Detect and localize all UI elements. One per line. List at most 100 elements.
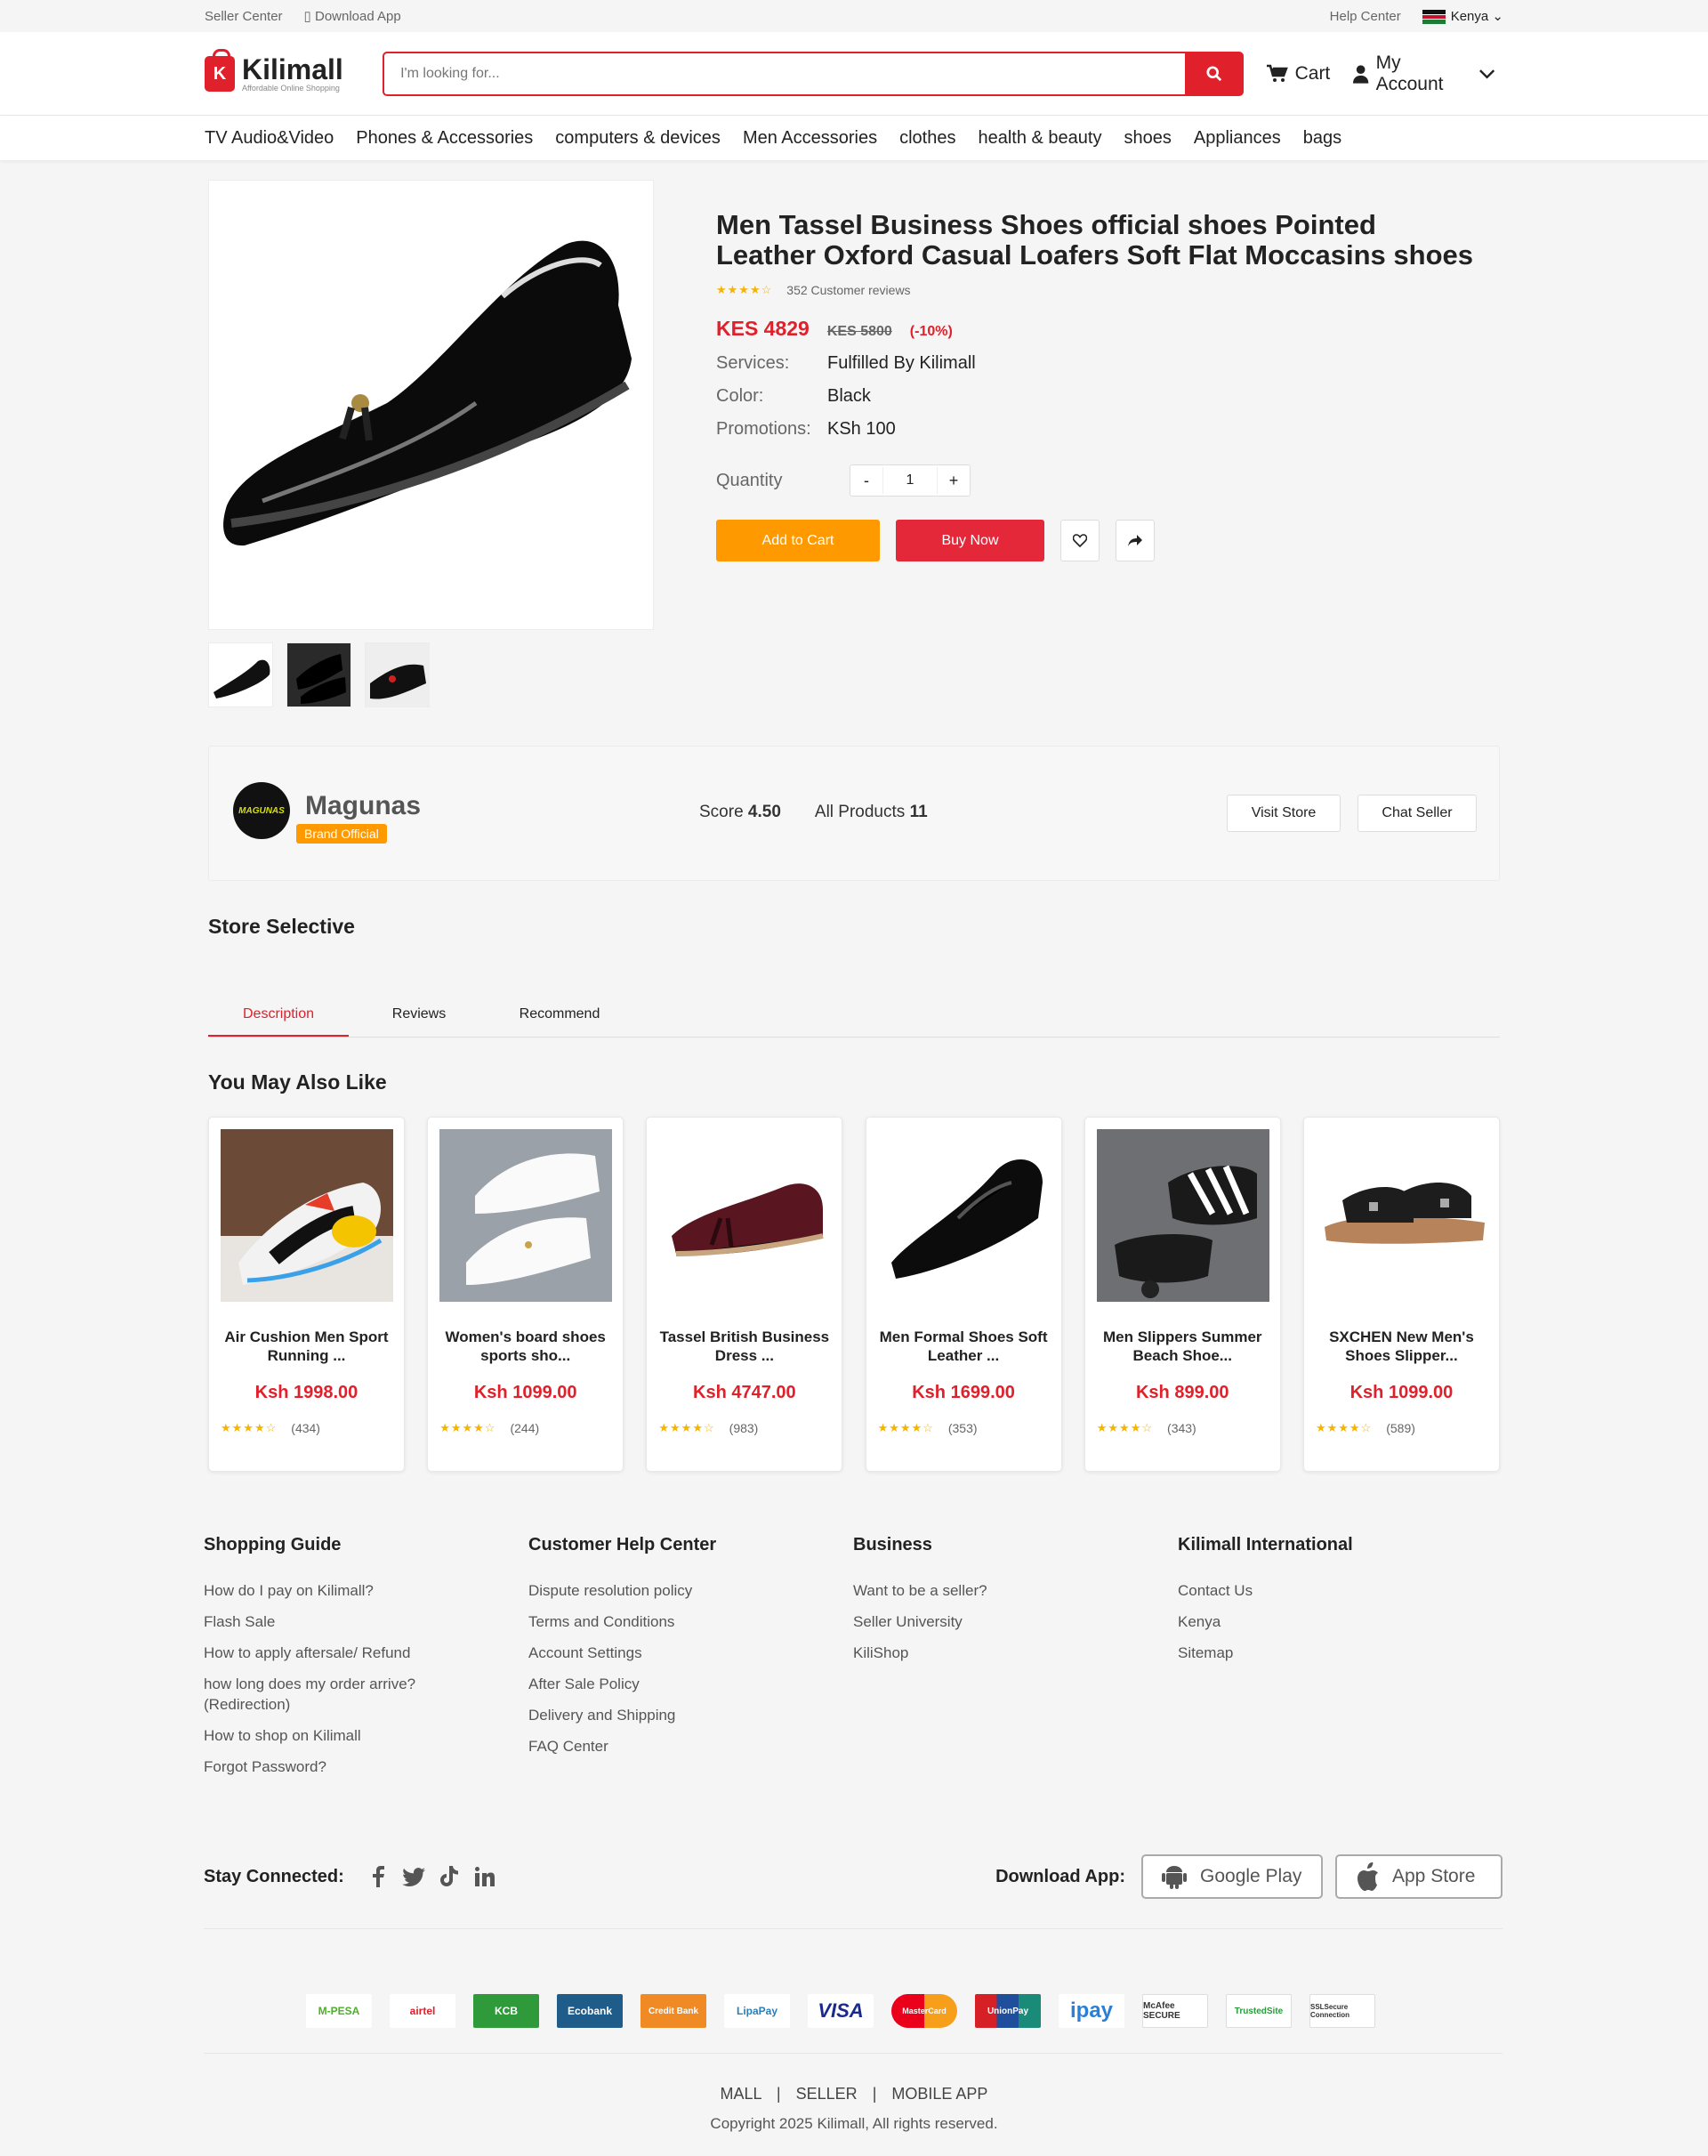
search-button[interactable]	[1184, 52, 1244, 96]
footer-link[interactable]: Want to be a seller?	[853, 1580, 1084, 1601]
category-tv-audio-video[interactable]: TV Audio&Video	[205, 128, 334, 149]
app-store-button[interactable]: App Store	[1335, 1854, 1503, 1899]
product-card[interactable]: Air Cushion Men Sport Running ... Ksh 19…	[208, 1117, 405, 1472]
footer-link[interactable]: Account Settings	[528, 1643, 760, 1663]
tab-recommend[interactable]: Recommend	[489, 991, 630, 1037]
tiktok-icon[interactable]	[431, 1863, 467, 1890]
wishlist-button[interactable]	[1060, 520, 1100, 561]
product-title: Men Tassel Business Shoes official shoes…	[716, 209, 1474, 271]
kilimall-logo[interactable]: K Kilimall Affordable Online Shopping	[205, 49, 356, 93]
product-thumbnail[interactable]	[208, 642, 273, 707]
product-card[interactable]: SXCHEN New Men's Shoes Slipper... Ksh 10…	[1302, 1117, 1500, 1472]
category-bags[interactable]: bags	[1303, 128, 1341, 149]
customer-reviews-link[interactable]: 352 Customer reviews	[786, 283, 910, 297]
user-icon	[1353, 65, 1369, 84]
credit-bank-logo: Credit Bank	[640, 1994, 706, 2028]
top-bar: Seller Center ▯ Download App Help Center…	[0, 0, 1708, 32]
copyright: Copyright 2025 Kilimall, All rights rese…	[710, 2115, 998, 2132]
google-play-button[interactable]: Google Play	[1141, 1854, 1323, 1899]
logo-tagline: Affordable Online Shopping	[242, 84, 340, 93]
category-phones-accessories[interactable]: Phones & Accessories	[356, 128, 533, 149]
my-account-link[interactable]: My Account	[1353, 52, 1503, 95]
footer-col-title: Shopping Guide	[204, 1535, 342, 1554]
footer-link[interactable]: Sitemap	[1178, 1643, 1409, 1663]
footer-link[interactable]: Seller University	[853, 1611, 1084, 1632]
attr-value: KSh 100	[827, 419, 896, 439]
footer-link[interactable]: How do I pay on Kilimall?	[204, 1580, 435, 1601]
product-card-image	[1315, 1129, 1488, 1302]
product-card-price: Ksh 899.00	[1135, 1383, 1229, 1402]
quantity-increase-button[interactable]: +	[938, 472, 970, 490]
category-clothes[interactable]: clothes	[899, 128, 955, 149]
footer-link[interactable]: How to shop on Kilimall	[204, 1725, 435, 1746]
logo-bag-icon: K	[205, 49, 235, 92]
category-appliances[interactable]: Appliances	[1194, 128, 1281, 149]
visit-store-button[interactable]: Visit Store	[1227, 795, 1341, 832]
product-card[interactable]: Men Slippers Summer Beach Shoe... Ksh 89…	[1084, 1117, 1281, 1472]
product-main-image[interactable]	[208, 180, 654, 630]
seller-link[interactable]: SELLER	[796, 2085, 858, 2103]
product-thumbnail[interactable]	[286, 642, 351, 707]
app-store-label: App Store	[1392, 1866, 1476, 1886]
tab-reviews[interactable]: Reviews	[349, 991, 489, 1037]
ssl-secure-logo: SSLSecure Connection	[1309, 1994, 1375, 2028]
google-play-label: Google Play	[1200, 1866, 1302, 1886]
share-button[interactable]	[1116, 520, 1155, 561]
category-health-beauty[interactable]: health & beauty	[978, 128, 1101, 149]
chat-seller-button[interactable]: Chat Seller	[1358, 795, 1477, 832]
attr-color: Color: Black	[716, 386, 1481, 407]
category-men-accessories[interactable]: Men Accessories	[743, 128, 877, 149]
quantity-label: Quantity	[716, 470, 783, 490]
product-tabs: Description Reviews Recommend	[208, 991, 1500, 1038]
footer-link[interactable]: How to apply aftersale/ Refund	[204, 1643, 435, 1663]
product-card[interactable]: Tassel British Business Dress ... Ksh 47…	[646, 1117, 843, 1472]
footer-link[interactable]: Flash Sale	[204, 1611, 435, 1632]
quantity-value[interactable]: 1	[882, 467, 938, 494]
footer-link[interactable]: Dispute resolution policy	[528, 1580, 760, 1601]
mobile-app-link[interactable]: MOBILE APP	[891, 2085, 987, 2103]
category-computers-devices[interactable]: computers & devices	[555, 128, 721, 149]
product-card[interactable]: Men Formal Shoes Soft Leather ... Ksh 16…	[865, 1117, 1062, 1472]
download-app-label: Download App	[314, 9, 401, 24]
facebook-icon[interactable]	[360, 1863, 396, 1890]
rating-stars: ★★★★☆	[1315, 1421, 1373, 1434]
footer-link[interactable]: KiliShop	[853, 1643, 1084, 1663]
store-name[interactable]: Magunas	[305, 791, 421, 821]
download-app-link[interactable]: ▯ Download App	[304, 8, 401, 24]
buy-now-button[interactable]: Buy Now	[896, 520, 1044, 561]
rating-count: (343)	[1167, 1421, 1196, 1435]
footer-col-title: Kilimall International	[1178, 1535, 1353, 1554]
cart-link[interactable]: Cart	[1266, 63, 1330, 85]
search-input[interactable]	[383, 52, 1185, 96]
footer-link[interactable]: Terms and Conditions	[528, 1611, 760, 1632]
footer-link[interactable]: Delivery and Shipping	[528, 1705, 760, 1725]
heart-icon	[1073, 534, 1087, 547]
linkedin-icon[interactable]	[467, 1863, 503, 1890]
country-selector[interactable]: Kenya ⌄	[1422, 8, 1503, 25]
category-shoes[interactable]: shoes	[1124, 128, 1171, 149]
footer-link[interactable]: Forgot Password?	[204, 1756, 435, 1777]
footer-link[interactable]: Kenya	[1178, 1611, 1409, 1632]
seller-center-link[interactable]: Seller Center	[205, 9, 283, 24]
twitter-icon[interactable]	[396, 1863, 431, 1890]
mpesa-logo: M-PESA	[306, 1994, 372, 2028]
help-center-link[interactable]: Help Center	[1330, 9, 1401, 24]
product-card-image	[1096, 1129, 1269, 1302]
original-price: KES 5800	[826, 324, 892, 339]
mall-link[interactable]: MALL	[721, 2085, 761, 2103]
quantity-decrease-button[interactable]: -	[850, 472, 882, 490]
product-thumbnail[interactable]	[365, 642, 430, 707]
product-card-title: Men Formal Shoes Soft Leather ...	[879, 1328, 1048, 1364]
add-to-cart-button[interactable]: Add to Cart	[716, 520, 880, 561]
rating-count: (983)	[729, 1421, 759, 1435]
footer-link[interactable]: Contact Us	[1178, 1580, 1409, 1601]
footer-link[interactable]: FAQ Center	[528, 1736, 760, 1756]
footer-col-business: Business Want to be a seller? Seller Uni…	[853, 1535, 1178, 1788]
bottom-links: MALL | SELLER | MOBILE APP	[0, 2085, 1708, 2104]
tab-description[interactable]: Description	[208, 991, 349, 1037]
footer-link[interactable]: how long does my order arrive?(Redirecti…	[204, 1674, 435, 1715]
product-card[interactable]: Women's board shoes sports sho... Ksh 10…	[427, 1117, 624, 1472]
footer-col-shopping-guide: Shopping Guide How do I pay on Kilimall?…	[204, 1535, 528, 1788]
footer-link[interactable]: After Sale Policy	[528, 1674, 760, 1694]
store-logo[interactable]: MAGUNAS	[233, 782, 290, 839]
